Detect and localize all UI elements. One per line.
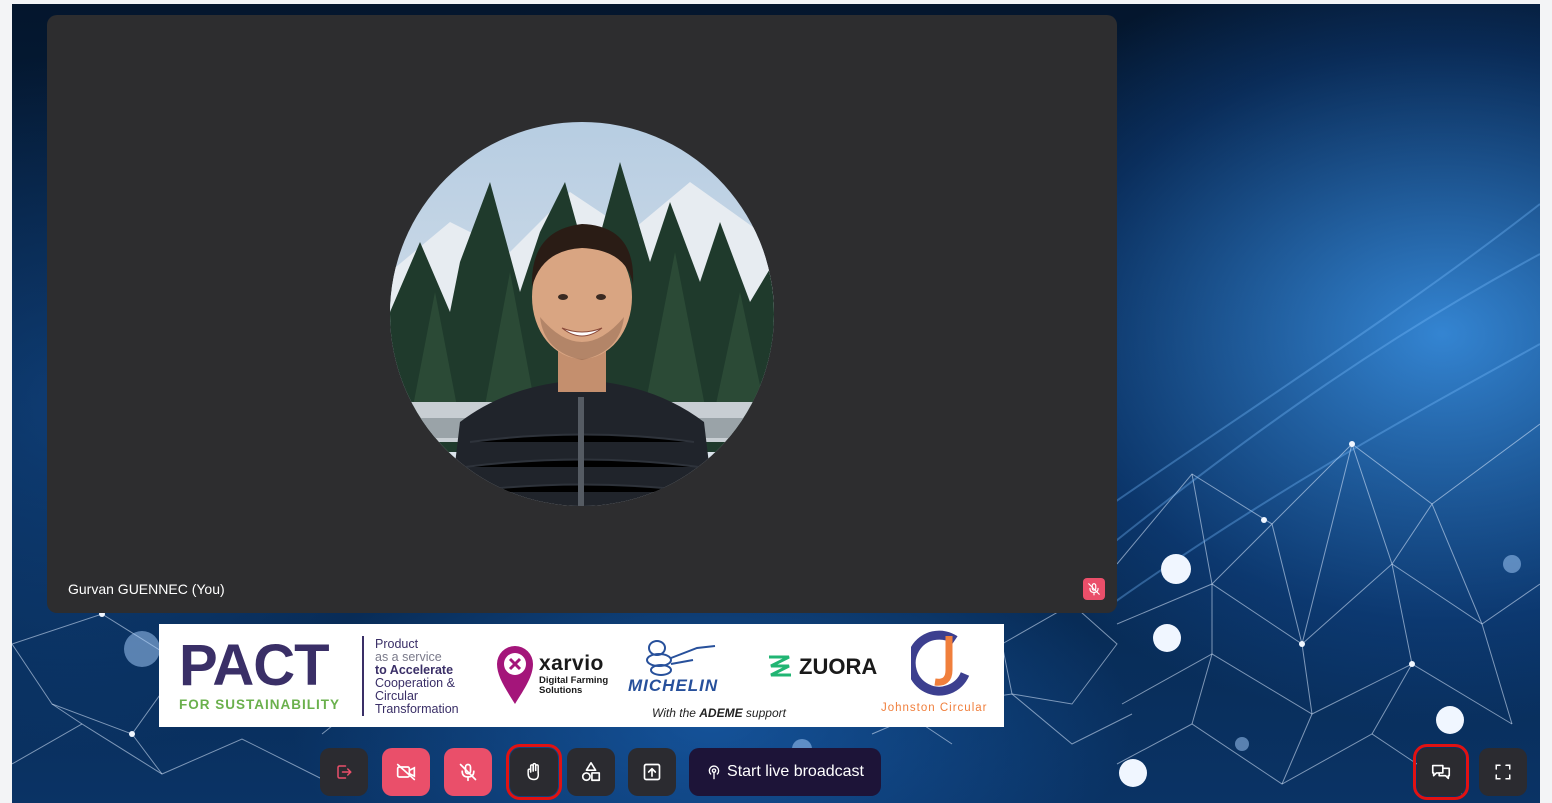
- xarvio-subtitle: Digital Farming Solutions: [539, 675, 609, 696]
- raise-hand-icon: [527, 762, 540, 781]
- share-screen-button[interactable]: [628, 748, 676, 796]
- fullscreen-button[interactable]: [1479, 748, 1527, 796]
- pact-logo: PACT: [179, 633, 330, 698]
- ademe-support-text: With the ADEME support: [652, 706, 786, 720]
- broadcast-icon: [708, 765, 720, 780]
- raise-hand-button[interactable]: [506, 744, 562, 800]
- broadcast-label: Start live broadcast: [727, 763, 864, 780]
- michelin-logo: MICHELIN: [628, 676, 719, 695]
- shapes-button[interactable]: [567, 748, 615, 796]
- xarvio-logo: xarvio: [539, 652, 604, 675]
- johnston-circular-icon: [911, 630, 970, 696]
- pact-divider: [362, 636, 364, 716]
- toggle-camera-button[interactable]: [382, 748, 430, 796]
- toggle-microphone-button[interactable]: [444, 748, 492, 796]
- participant-name-label: Gurvan GUENNEC (You): [68, 581, 225, 597]
- leave-icon: [337, 765, 352, 779]
- meeting-room: Gurvan GUENNEC (You) PACT FOR SUSTAINABI…: [12, 4, 1540, 803]
- start-live-broadcast-button[interactable]: Start live broadcast: [689, 748, 881, 796]
- pact-subtitle: FOR SUSTAINABILITY: [179, 697, 340, 712]
- participant-video-tile: Gurvan GUENNEC (You): [47, 15, 1117, 613]
- michelin-bibendum-icon: [646, 640, 716, 676]
- shapes-icon: [581, 762, 601, 782]
- zuora-logo: ZUORA: [799, 654, 878, 679]
- johnston-circular-logo: Johnston Circular: [881, 702, 988, 714]
- chat-icon: [1431, 764, 1451, 780]
- mic-off-icon: [459, 763, 477, 782]
- participant-avatar: [390, 122, 774, 506]
- fullscreen-icon: [1495, 764, 1511, 780]
- zuora-mark-icon: [769, 655, 791, 677]
- participant-muted-badge: [1083, 578, 1105, 600]
- share-screen-icon: [643, 763, 661, 781]
- mic-off-icon: [1088, 583, 1100, 596]
- sponsor-banner: PACT FOR SUSTAINABILITY Product as a ser…: [159, 624, 1004, 727]
- leave-meeting-button[interactable]: [320, 748, 368, 796]
- chat-button[interactable]: [1413, 744, 1469, 800]
- participant-photo-icon: [390, 122, 774, 506]
- pact-tagline: Product as a service to Accelerate Coope…: [375, 637, 459, 716]
- camera-off-icon: [396, 763, 416, 781]
- xarvio-pin-icon: [497, 646, 533, 704]
